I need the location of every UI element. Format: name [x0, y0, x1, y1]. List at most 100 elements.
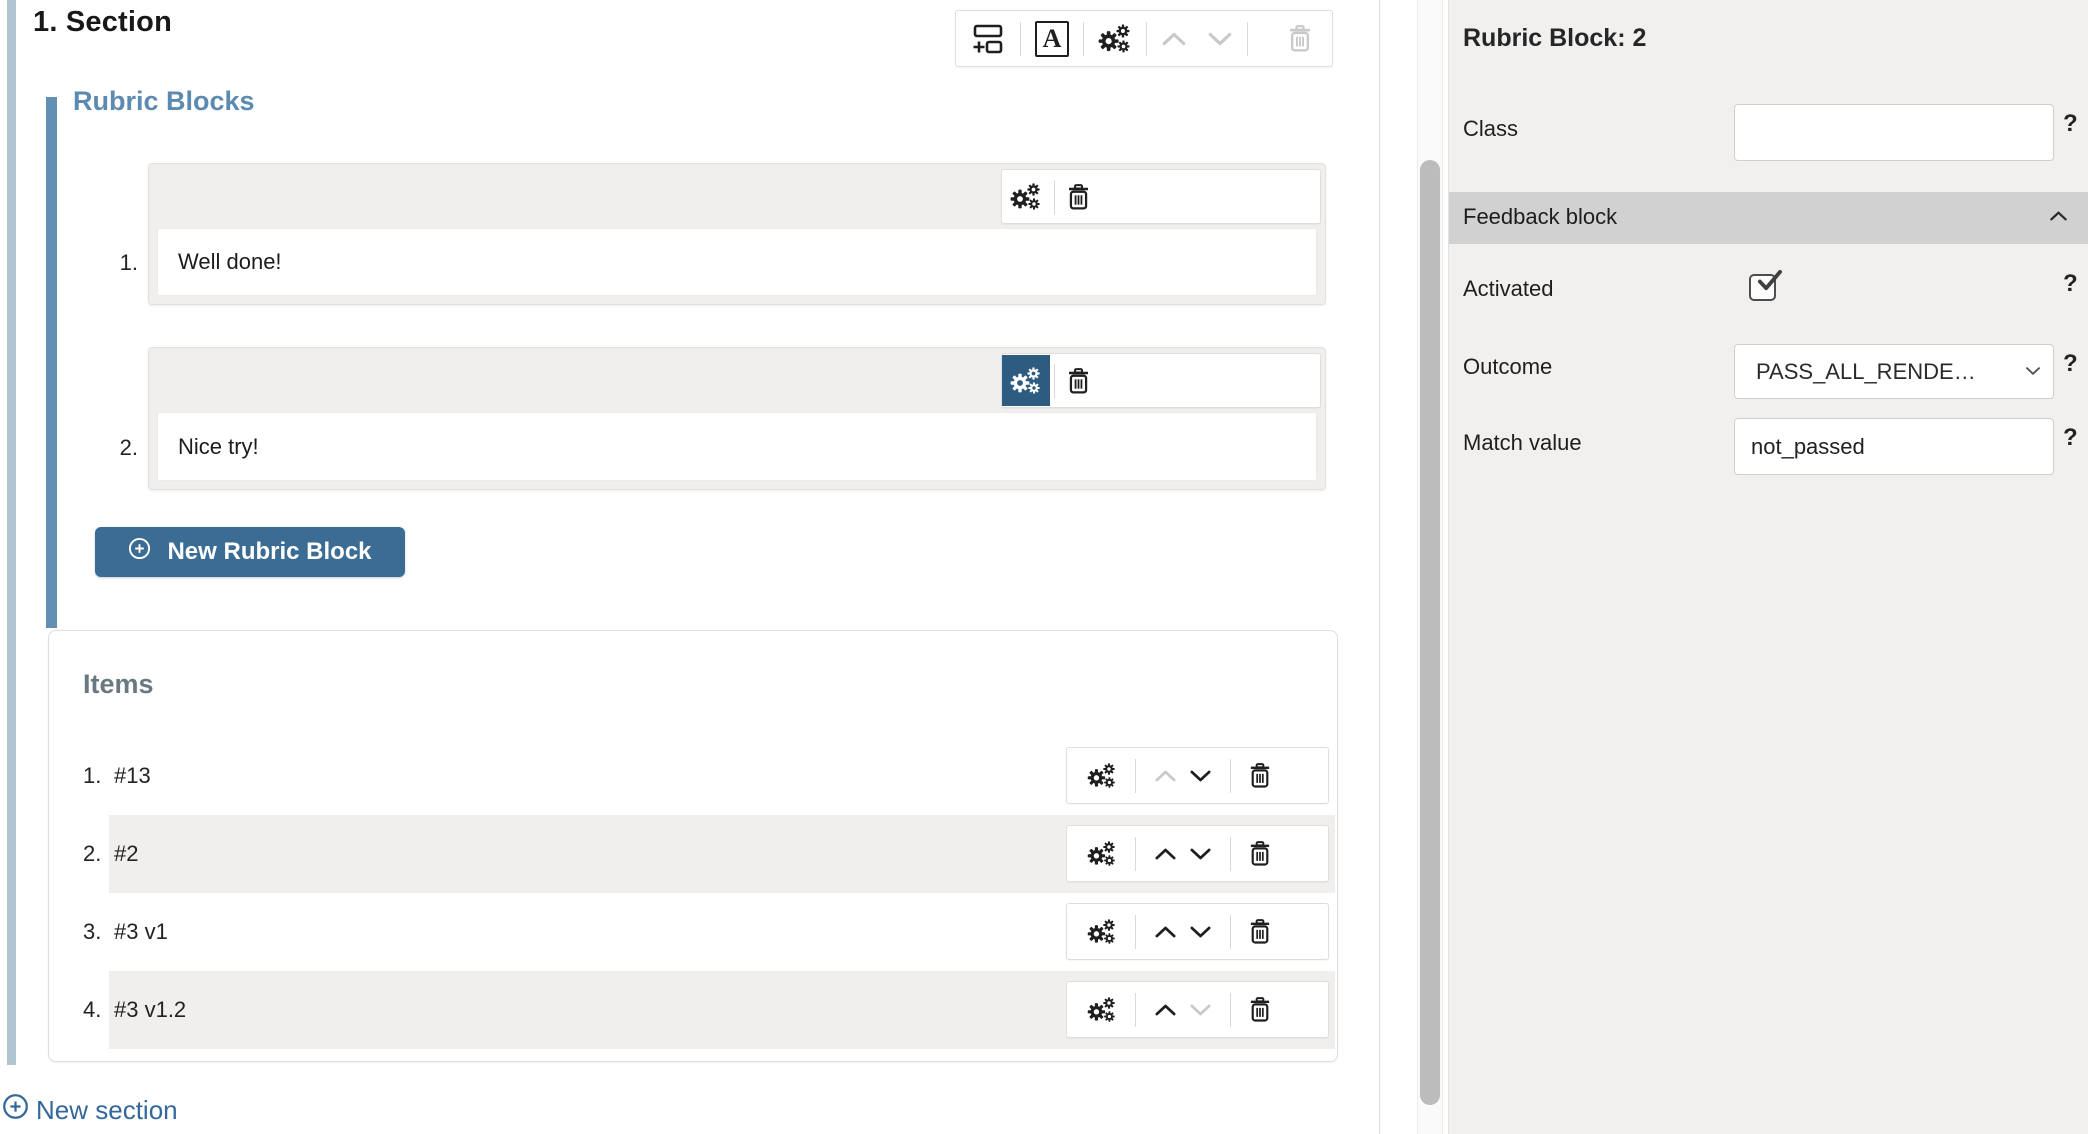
toolbar-divider	[1247, 22, 1248, 56]
item-delete-button[interactable]	[1249, 919, 1271, 944]
item-row[interactable]: 1. #13	[49, 737, 1337, 815]
add-block-button[interactable]	[970, 24, 1006, 54]
item-move-down-button[interactable]	[1189, 1003, 1212, 1017]
text-block-icon: A	[1035, 21, 1069, 57]
add-block-icon	[970, 24, 1006, 54]
item-number: 3.	[83, 919, 101, 945]
item-toolbar	[1066, 981, 1329, 1038]
activated-checkbox[interactable]	[1749, 274, 1776, 301]
toolbar-divider	[1230, 759, 1231, 793]
item-settings-button[interactable]	[1087, 763, 1117, 789]
outcome-label: Outcome	[1463, 354, 1552, 380]
feedback-block-header[interactable]: Feedback block	[1449, 192, 2088, 244]
item-delete-button[interactable]	[1249, 841, 1271, 866]
vertical-scrollbar-thumb[interactable]	[1420, 160, 1440, 1105]
section-move-up-button[interactable]	[1161, 31, 1187, 47]
toolbar-divider	[1083, 22, 1084, 56]
gears-icon	[1010, 183, 1042, 211]
item-move-up-button[interactable]	[1154, 769, 1177, 783]
item-label: #2	[114, 841, 138, 867]
item-settings-button[interactable]	[1087, 997, 1117, 1023]
item-number: 4.	[83, 997, 101, 1023]
gears-icon	[1087, 919, 1117, 945]
toolbar-divider	[1054, 180, 1055, 214]
item-row[interactable]: 2. #2	[49, 815, 1337, 893]
feedback-block-label: Feedback block	[1463, 204, 1617, 230]
select-chevron-down-icon	[2025, 363, 2041, 381]
rubric-block-settings-button[interactable]	[1002, 171, 1050, 222]
class-help[interactable]: ?	[2063, 110, 2078, 138]
plus-circle-icon	[2, 1093, 29, 1127]
section-toolbar: A	[955, 10, 1333, 67]
item-delete-button[interactable]	[1249, 997, 1271, 1022]
item-label: #3 v1.2	[114, 997, 186, 1023]
match-value-input[interactable]	[1734, 418, 2054, 475]
checkmark-icon	[1754, 269, 1783, 299]
activated-label: Activated	[1463, 276, 1554, 302]
rubric-block-text: Well done!	[178, 249, 282, 275]
trash-icon	[1249, 763, 1271, 788]
trash-icon	[1067, 184, 1090, 210]
section-delete-button[interactable]	[1288, 25, 1312, 52]
gears-icon	[1087, 997, 1117, 1023]
trash-icon	[1249, 919, 1271, 944]
outcome-select[interactable]: PASS_ALL_RENDE…	[1734, 344, 2054, 399]
section-settings-button[interactable]	[1098, 24, 1132, 54]
new-section-button[interactable]: New section	[2, 1093, 178, 1127]
test-editor-canvas: 1. Section A Rubric Blocks 1.	[0, 0, 1379, 1134]
item-label: #3 v1	[114, 919, 168, 945]
chevron-down-icon	[1189, 1003, 1212, 1017]
rubric-block-content[interactable]: Well done!	[157, 228, 1317, 296]
collapse-chevron-up-icon	[2049, 209, 2068, 227]
new-rubric-block-label: New Rubric Block	[167, 538, 371, 566]
gears-icon	[1087, 841, 1117, 867]
rubric-block-toolbar	[1001, 169, 1321, 224]
items-heading: Items	[83, 669, 154, 700]
rubric-block-delete-button[interactable]	[1067, 184, 1090, 210]
rubric-block-number: 2.	[102, 435, 138, 461]
section-move-down-button[interactable]	[1207, 31, 1233, 47]
gears-icon	[1087, 763, 1117, 789]
chevron-up-icon	[1161, 31, 1187, 47]
item-move-down-button[interactable]	[1189, 925, 1212, 939]
trash-icon	[1288, 25, 1312, 52]
outcome-help[interactable]: ?	[2063, 350, 2078, 378]
item-toolbar	[1066, 825, 1329, 882]
item-row[interactable]: 4. #3 v1.2	[49, 971, 1337, 1049]
chevron-down-icon	[1189, 925, 1212, 939]
rubric-block-content[interactable]: Nice try!	[157, 412, 1317, 481]
item-row[interactable]: 3. #3 v1	[49, 893, 1337, 971]
section-title: 1. Section	[33, 6, 172, 39]
trash-icon	[1249, 841, 1271, 866]
item-delete-button[interactable]	[1249, 763, 1271, 788]
toolbar-divider	[1135, 837, 1136, 871]
item-move-up-button[interactable]	[1154, 925, 1177, 939]
item-settings-button[interactable]	[1087, 919, 1117, 945]
rubric-blocks-heading: Rubric Blocks	[73, 86, 255, 117]
item-move-up-button[interactable]	[1154, 847, 1177, 861]
item-number: 2.	[83, 841, 101, 867]
new-section-label: New section	[36, 1095, 178, 1126]
activated-help[interactable]: ?	[2063, 270, 2078, 298]
gears-icon	[1010, 367, 1042, 395]
rubric-block-delete-button[interactable]	[1067, 368, 1090, 394]
item-settings-button[interactable]	[1087, 841, 1117, 867]
new-rubric-block-button[interactable]: New Rubric Block	[95, 527, 405, 577]
rubric-blocks-left-bar	[46, 97, 57, 628]
rubric-block-settings-button[interactable]	[1002, 355, 1050, 406]
toolbar-divider	[1230, 837, 1231, 871]
trash-icon	[1067, 368, 1090, 394]
class-label: Class	[1463, 116, 1518, 142]
class-input[interactable]	[1734, 104, 2054, 161]
toolbar-divider	[1230, 915, 1231, 949]
chevron-up-icon	[1154, 847, 1177, 861]
rubric-block-text: Nice try!	[178, 434, 259, 460]
item-move-down-button[interactable]	[1189, 769, 1212, 783]
item-move-down-button[interactable]	[1189, 847, 1212, 861]
outcome-selected-value: PASS_ALL_RENDE…	[1735, 359, 2025, 385]
match-value-help[interactable]: ?	[2063, 424, 2078, 452]
match-value-label: Match value	[1463, 430, 1582, 456]
item-move-up-button[interactable]	[1154, 1003, 1177, 1017]
chevron-up-icon	[1154, 769, 1177, 783]
text-block-button[interactable]: A	[1035, 21, 1069, 57]
